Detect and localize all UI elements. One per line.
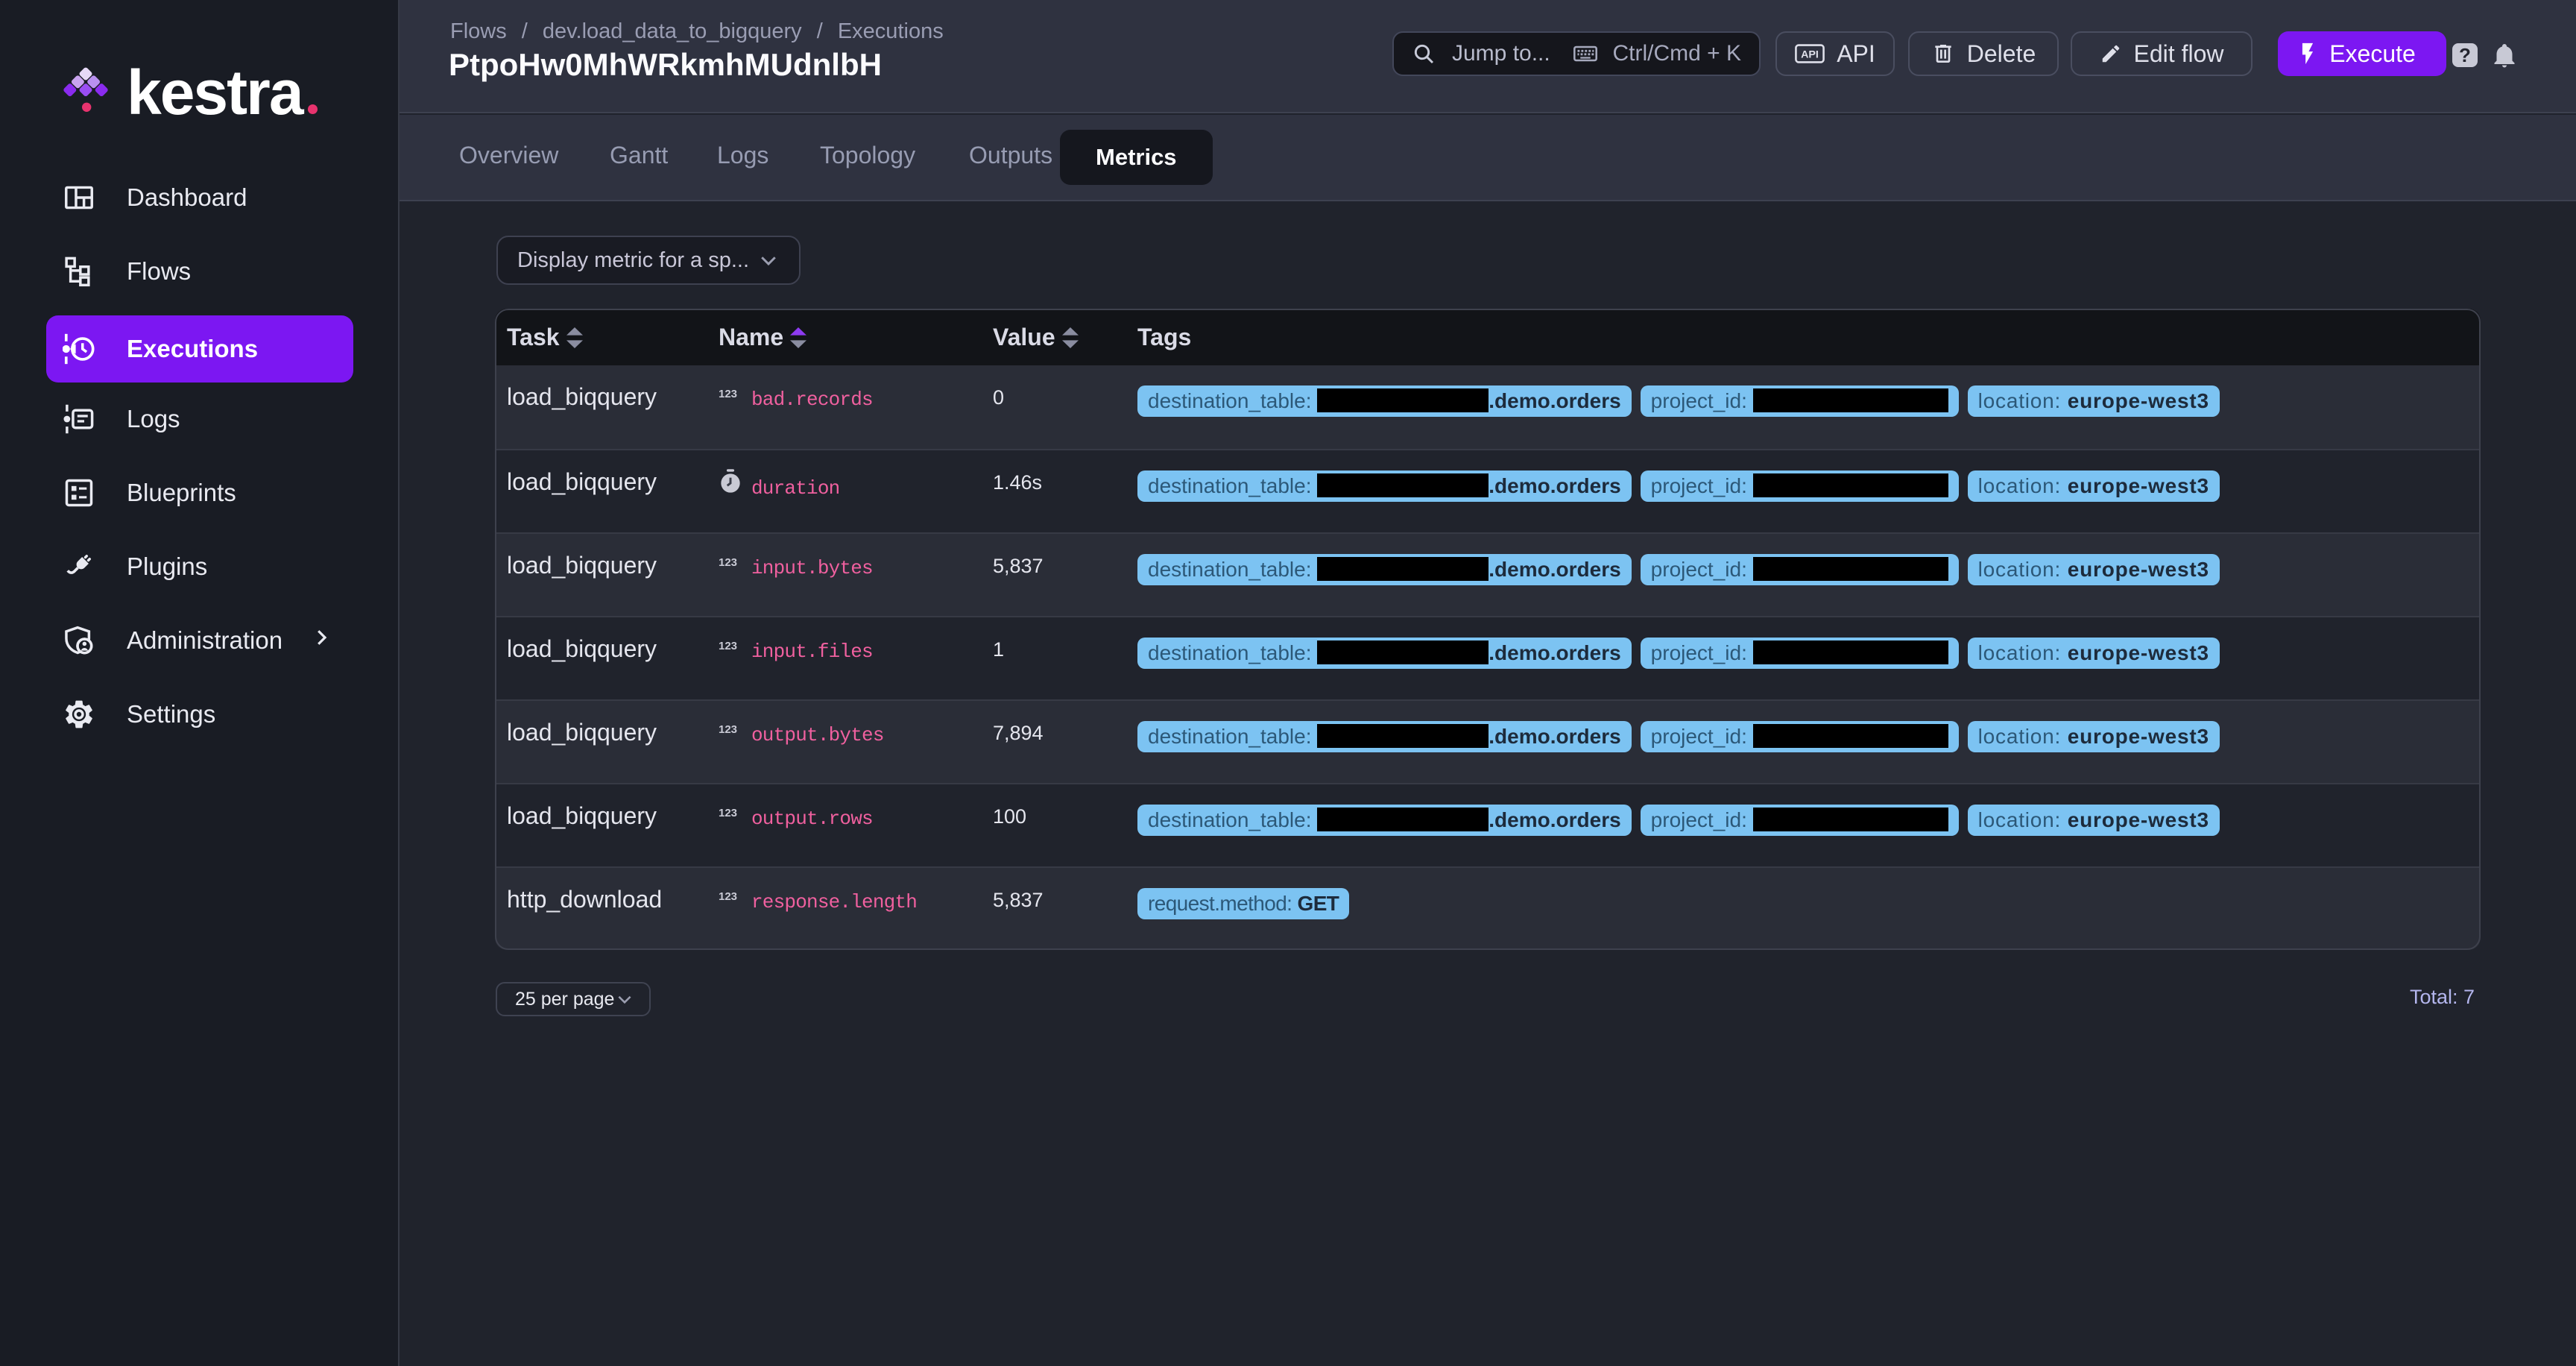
- svg-text:API: API: [1801, 49, 1819, 61]
